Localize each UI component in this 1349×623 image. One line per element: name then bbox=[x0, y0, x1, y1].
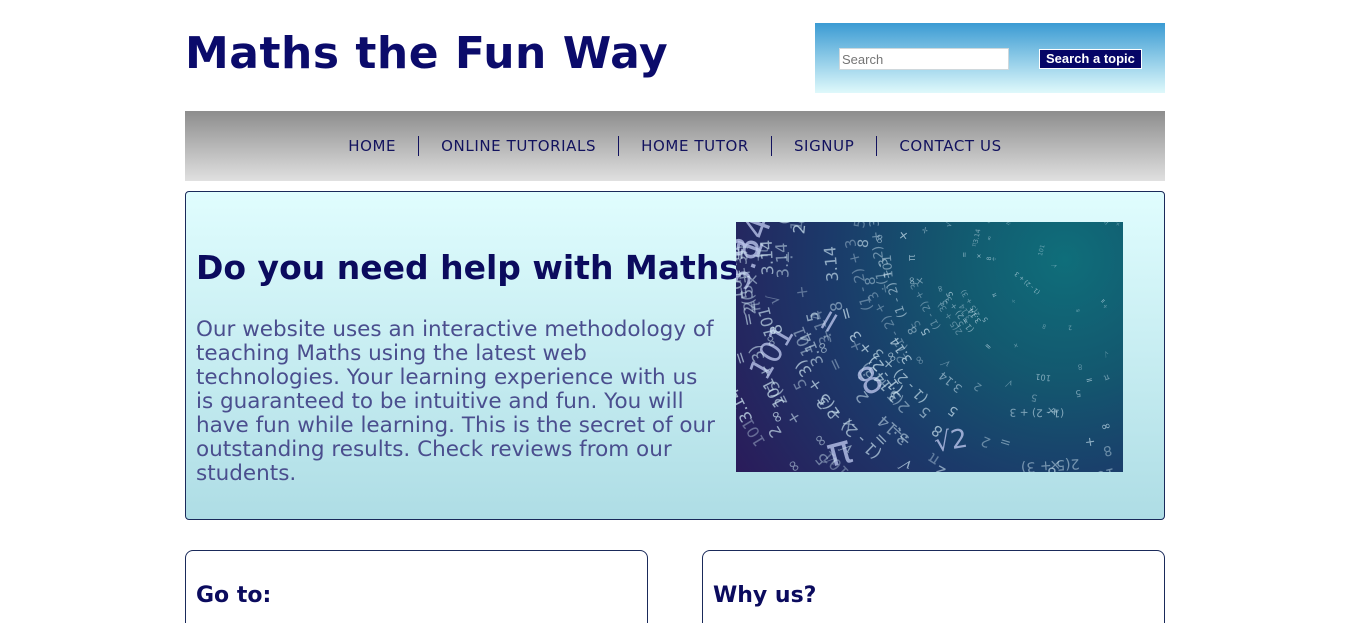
math-glyph: 101 bbox=[754, 305, 780, 339]
math-glyph: × bbox=[1049, 456, 1061, 472]
math-glyph: + bbox=[1050, 405, 1059, 417]
math-glyph: 5 bbox=[851, 222, 869, 230]
main-nav: HOME ONLINE TUTORIALS HOME TUTOR SIGNUP … bbox=[185, 111, 1165, 181]
math-glyph: = bbox=[1085, 375, 1094, 386]
nav-item-home[interactable]: HOME bbox=[326, 136, 418, 156]
math-glyph: × bbox=[896, 230, 911, 241]
math-glyph: 5 bbox=[1074, 387, 1081, 399]
math-glyph: √ bbox=[896, 454, 916, 472]
math-glyph: + bbox=[1012, 340, 1021, 350]
math-glyph: 8 bbox=[1077, 362, 1083, 372]
math-glyph: + bbox=[791, 284, 812, 300]
math-glyph: 3.14 bbox=[736, 385, 756, 425]
nav-item-online-tutorials[interactable]: ONLINE TUTORIALS bbox=[418, 136, 618, 156]
math-glyph: 3.14 bbox=[757, 239, 778, 276]
search-input[interactable] bbox=[839, 48, 1009, 70]
math-glyph: = bbox=[960, 252, 969, 258]
hero-title: Do you need help with Maths? bbox=[196, 248, 759, 287]
math-glyph: 2 bbox=[979, 432, 993, 450]
site-title: Maths the Fun Way bbox=[185, 28, 669, 79]
math-glyph: √ bbox=[939, 356, 954, 371]
hero-text: Our website uses an interactive methodol… bbox=[196, 317, 716, 486]
math-glyph: ∞ bbox=[1100, 419, 1113, 435]
why-us-card: Why us? bbox=[702, 550, 1165, 623]
math-glyph: ∞ bbox=[736, 453, 741, 472]
math-glyph: π bbox=[991, 292, 999, 299]
math-glyph: 5 bbox=[1030, 391, 1038, 403]
math-glyph: ∞ bbox=[1074, 306, 1081, 314]
math-glyph: π bbox=[905, 254, 918, 261]
nav-item-home-tutor[interactable]: HOME TUTOR bbox=[618, 136, 771, 156]
math-glyph: √ bbox=[1051, 262, 1059, 269]
math-glyph: √ bbox=[944, 222, 955, 229]
math-glyph: 8 bbox=[986, 256, 993, 260]
math-glyph: = bbox=[824, 355, 847, 375]
math-glyph: × bbox=[976, 253, 983, 258]
math-glyph: 101 bbox=[1035, 372, 1052, 384]
math-glyph: ∞ bbox=[905, 275, 919, 286]
math-glyph: √ bbox=[1102, 349, 1110, 358]
math-glyph: 8 bbox=[1101, 442, 1113, 460]
math-glyph: √ bbox=[763, 293, 783, 307]
math-glyph: + bbox=[1084, 434, 1097, 450]
math-glyph: 101 bbox=[1085, 464, 1117, 472]
math-glyph: 3.14 bbox=[972, 228, 983, 244]
math-glyph: 101 bbox=[1037, 244, 1047, 257]
math-glyph: ∞ bbox=[935, 284, 947, 294]
math-glyph: ∞ bbox=[986, 235, 994, 242]
search-panel: Search a topic bbox=[815, 23, 1165, 93]
nav-item-signup[interactable]: SIGNUP bbox=[770, 136, 876, 156]
math-glyph: = bbox=[998, 433, 1013, 451]
math-glyph: = bbox=[983, 341, 994, 352]
math-glyph: ÷ bbox=[1009, 297, 1018, 305]
math-glyph: (1 - 2) + 3 bbox=[867, 222, 890, 286]
math-glyph: 2 bbox=[971, 379, 984, 394]
math-glyph: (1 - 2) + 3 bbox=[1013, 270, 1041, 296]
math-glyph: 8 bbox=[985, 222, 993, 225]
search-button[interactable]: Search a topic bbox=[1039, 49, 1142, 69]
math-glyph: = bbox=[1098, 297, 1107, 305]
goto-card: Go to: bbox=[185, 550, 648, 623]
math-glyph: √ bbox=[1005, 377, 1015, 389]
math-glyph: 3.14 bbox=[820, 245, 842, 282]
math-glyph: π bbox=[1004, 222, 1012, 227]
math-glyph: π bbox=[1102, 371, 1110, 382]
math-glyph: + bbox=[782, 407, 805, 428]
math-glyph: π bbox=[1102, 222, 1110, 227]
math-glyph: 8 bbox=[1041, 322, 1047, 330]
math-glyph: 3.14 bbox=[936, 369, 965, 396]
math-glyph: + bbox=[1113, 222, 1122, 228]
math-glyph: 8 bbox=[856, 238, 873, 248]
math-glyph: 2 bbox=[1068, 324, 1073, 331]
math-glyph: ÷ bbox=[919, 225, 931, 235]
maths-symbols-image: 3.141018π8=√2∞(1 - 2) + 35∞÷2(5 + 3)8∞∞5… bbox=[736, 222, 1123, 472]
goto-title: Go to: bbox=[196, 583, 272, 608]
why-us-title: Why us? bbox=[713, 583, 817, 608]
page: Maths the Fun Way Search a topic HOME ON… bbox=[0, 0, 1349, 623]
math-glyph: ∞ bbox=[782, 455, 805, 472]
hero-section: Do you need help with Maths? Our website… bbox=[185, 191, 1165, 520]
maths-symbols-graphic: 3.141018π8=√2∞(1 - 2) + 35∞÷2(5 + 3)8∞∞5… bbox=[736, 222, 1122, 472]
math-glyph: ÷ bbox=[779, 250, 798, 263]
nav-item-contact-us[interactable]: CONTACT US bbox=[876, 136, 1023, 156]
math-glyph: 5 bbox=[945, 402, 961, 419]
